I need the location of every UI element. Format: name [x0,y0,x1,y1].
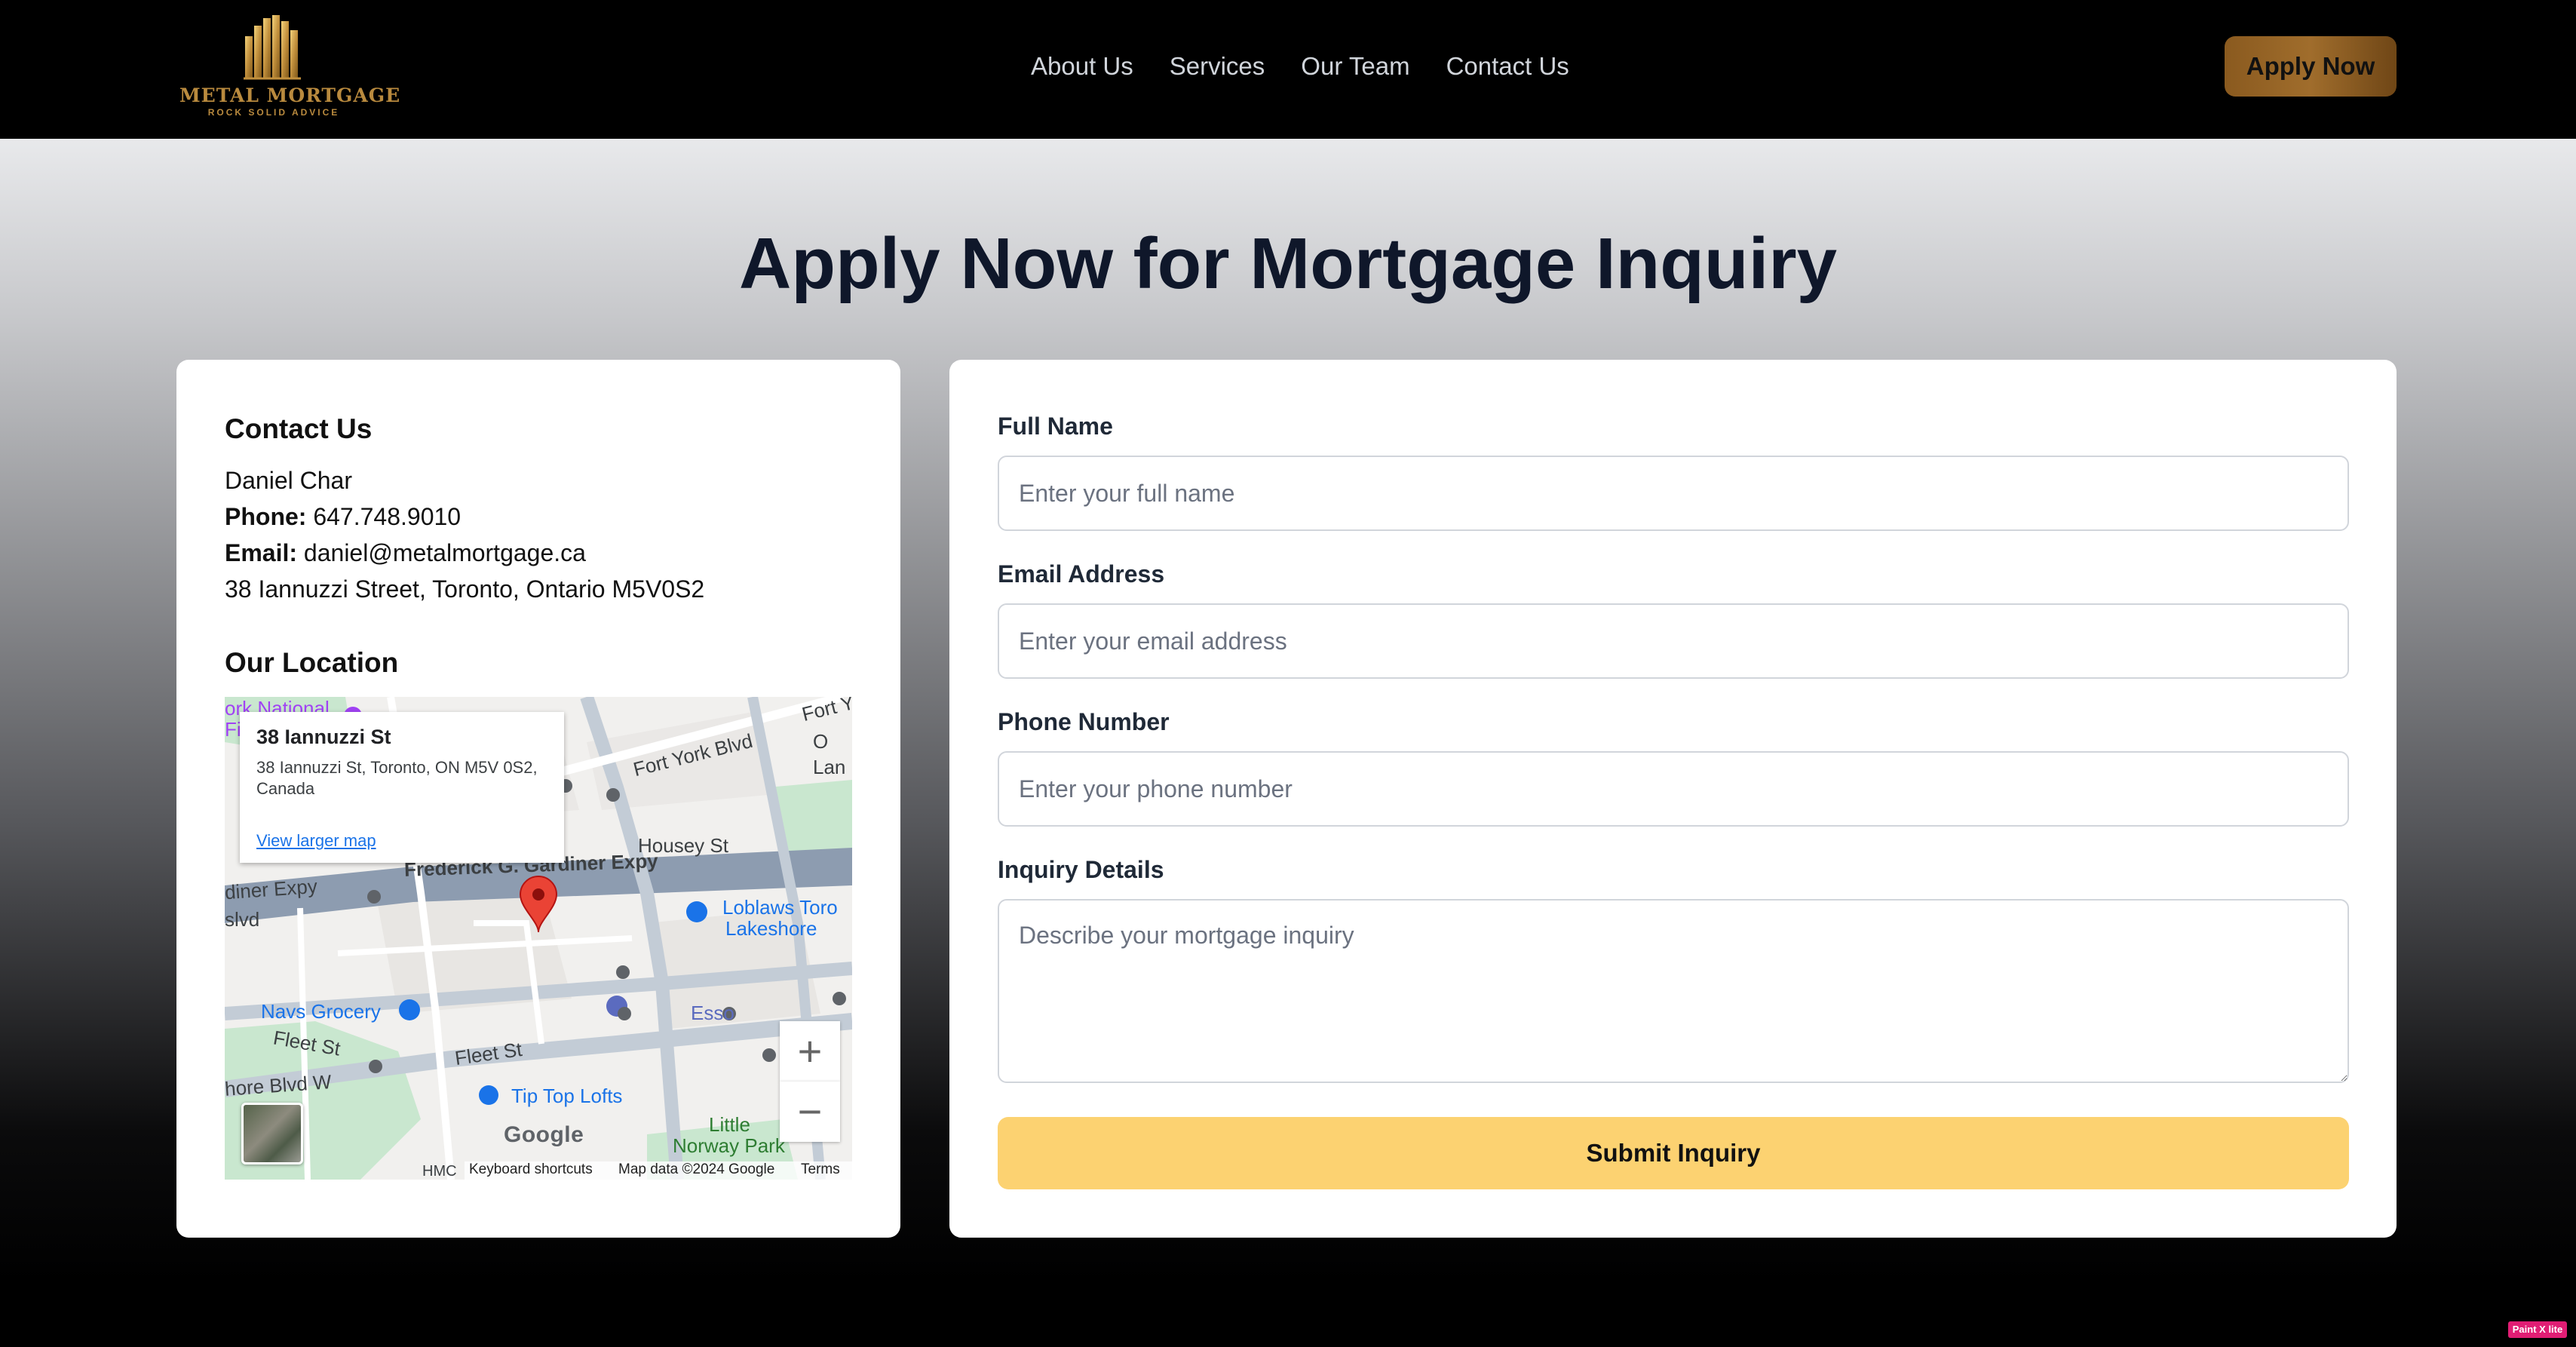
zoom-out-button[interactable]: − [780,1082,840,1142]
map-label-loblaws: Loblaws Toro [722,896,838,919]
contact-name: Daniel Char [225,467,352,494]
inquiry-details-textarea[interactable] [998,899,2349,1083]
phone-label: Phone: [225,503,307,530]
map-footer: Keyboard shortcuts Map data ©2024 Google… [465,1161,852,1180]
map-label-little: Little [709,1113,750,1136]
map-label-navs-grocery: Navs Grocery [261,1000,381,1023]
logo-title: METAL MORTGAGE [179,84,401,106]
nav-services[interactable]: Services [1170,51,1265,81]
location-heading: Our Location [225,647,399,678]
submit-inquiry-button[interactable]: Submit Inquiry [998,1117,2349,1189]
apply-now-button[interactable]: Apply Now [2225,36,2397,97]
full-name-input[interactable] [998,456,2349,531]
inquiry-details-label: Inquiry Details [998,856,1164,883]
view-larger-map-link[interactable]: View larger map [256,831,376,851]
email-address-label: Email Address [998,560,1165,588]
nav-about-us[interactable]: About Us [1031,51,1133,81]
contact-email: Email: daniel@metalmortgage.ca [225,538,586,568]
map-label-norway-park: Norway Park [673,1134,785,1157]
logo-tagline: ROCK SOLID ADVICE [207,107,340,118]
nav-contact-us[interactable]: Contact Us [1446,51,1569,81]
email-value[interactable]: daniel@metalmortgage.ca [304,539,586,566]
navbar: METAL MORTGAGE ROCK SOLID ADVICE About U… [0,0,2576,139]
email-label: Email: [225,539,298,566]
logo[interactable]: METAL MORTGAGE ROCK SOLID ADVICE [179,15,401,121]
contact-heading: Contact Us [225,413,373,444]
zoom-in-button[interactable]: + [780,1021,840,1082]
google-logo: Google [504,1122,584,1147]
email-address-input[interactable] [998,603,2349,679]
map-label-blvd: slvd [225,908,260,931]
map-info-address: 38 Iannuzzi St, Toronto, ON M5V 0S2, Can… [256,758,538,798]
phone-number-label: Phone Number [998,708,1170,735]
main-nav: About Us Services Our Team Contact Us [1031,51,1569,81]
map-label-lakeshore: Lakeshore [725,917,817,940]
map-info-title: 38 Iannuzzi St [256,726,391,748]
map-data-attribution: Map data ©2024 Google [618,1161,775,1177]
map-label-o: O [813,730,829,753]
map-label-tip-top-lofts: Tip Top Lofts [511,1085,623,1107]
map-info-window: 38 Iannuzzi St 38 Iannuzzi St, Toronto, … [240,712,564,863]
map-label-esso: Esso [691,1002,734,1024]
building-logo-icon [244,15,301,80]
map-label-hmc: HMC [422,1163,457,1180]
page-title: Apply Now for Mortgage Inquiry [739,223,1837,304]
terms-link[interactable]: Terms [801,1161,840,1178]
nav-our-team[interactable]: Our Team [1301,51,1409,81]
satellite-toggle[interactable] [241,1103,303,1164]
paint-x-lite-badge: Paint X lite [2508,1321,2567,1338]
contact-address: 38 Iannuzzi Street, Toronto, Ontario M5V… [225,575,705,603]
keyboard-shortcuts-link[interactable]: Keyboard shortcuts [469,1161,593,1178]
phone-value[interactable]: 647.748.9010 [313,503,461,530]
phone-number-input[interactable] [998,751,2349,827]
contact-card: Contact Us Daniel Char Phone: 647.748.90… [176,360,900,1238]
map-label-fi: Fi [225,718,241,741]
full-name-label: Full Name [998,413,1113,440]
contact-phone: Phone: 647.748.9010 [225,502,461,532]
map-label-lan: Lan [813,756,846,778]
embedded-map[interactable]: Fort York Blvd Fort Y Lan O Housey St Fr… [225,697,852,1180]
inquiry-form-card: Full Name Email Address Phone Number Inq… [949,360,2397,1238]
